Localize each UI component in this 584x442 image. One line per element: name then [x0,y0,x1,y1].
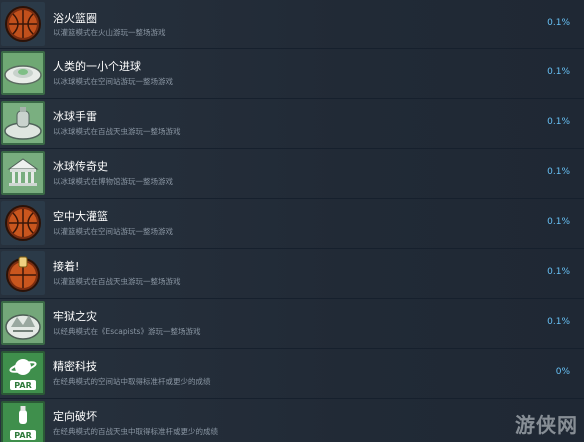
basketball-trophy-icon [1,251,45,295]
achievement-description: 在经典模式的空间站中取得标准杆或更少的成绩 [53,377,211,386]
grenade-arena-icon [1,101,45,145]
basketball-icon [1,2,45,46]
achievement-title: 冰球传奇史 [53,160,108,173]
achievement-title: 空中大灌篮 [53,210,108,223]
achievement-row[interactable]: 冰球传奇史 以冰球模式在博物馆游玩一整场游戏 0.1% [0,149,584,198]
achievement-percentage: 0.1% [547,18,570,28]
achievement-row[interactable]: 牢狱之灾 以经典模式在《Escapists》游玩一整场游戏 0.1% [0,299,584,348]
achievement-description: 以灌篮模式在空间站游玩一整场游戏 [53,227,173,236]
svg-text:PAR: PAR [14,431,31,440]
achievement-percentage: 0.1% [547,217,570,227]
museum-icon [1,151,45,195]
achievement-percentage: 0% [555,367,570,377]
achievement-row[interactable]: 人类的一小个进球 以冰球模式在空间站游玩一整场游戏 0.1% [0,49,584,98]
achievement-percentage: 0.1% [547,67,570,77]
achievement-description: 以冰球模式在博物馆游玩一整场游戏 [53,177,173,186]
achievement-description: 以冰球模式在空间站游玩一整场游戏 [53,77,173,86]
achievement-title: 定向破坏 [53,410,97,423]
achievement-percentage: 0.1% [547,167,570,177]
svg-text:PAR: PAR [14,381,31,390]
achievement-title: 牢狱之灾 [53,310,97,323]
achievement-row[interactable]: PAR 定向破坏 在经典模式的百战天虫中取得标准杆或更少的成绩 [0,399,584,442]
achievement-description: 以冰球模式在百战天虫游玩一整场游戏 [53,127,181,136]
achievement-row[interactable]: 浴火篮圈 以灌篮模式在火山游玩一整场游戏 0.1% [0,0,584,48]
achievement-title: 接着! [53,260,80,273]
achievement-title: 冰球手雷 [53,110,97,123]
prison-icon [1,301,45,345]
achievement-percentage: 0.1% [547,317,570,327]
achievement-title: 人类的一小个进球 [53,60,141,73]
achievement-percentage: 0.1% [547,267,570,277]
par-planet-icon: PAR [1,351,45,395]
space-station-icon [1,51,45,95]
achievement-description: 在经典模式的百战天虫中取得标准杆或更少的成绩 [53,427,218,436]
achievement-row[interactable]: 接着! 以灌篮模式在百战天虫游玩一整场游戏 0.1% [0,249,584,298]
watermark: 游侠网 [515,413,578,437]
achievement-title: 精密科技 [53,360,97,373]
achievement-description: 以经典模式在《Escapists》游玩一整场游戏 [53,327,201,336]
achievement-row[interactable]: PAR 精密科技 在经典模式的空间站中取得标准杆或更少的成绩 0% [0,349,584,398]
achievement-row[interactable]: 空中大灌篮 以灌篮模式在空间站游玩一整场游戏 0.1% [0,199,584,248]
basketball-icon [1,201,45,245]
achievement-description: 以灌篮模式在百战天虫游玩一整场游戏 [53,277,181,286]
par-grenade-icon: PAR [1,401,45,442]
achievement-percentage: 0.1% [547,117,570,127]
achievement-description: 以灌篮模式在火山游玩一整场游戏 [53,28,166,37]
achievement-list: 浴火篮圈 以灌篮模式在火山游玩一整场游戏 0.1% 人类的一小个进球 以冰球模式… [0,0,584,442]
achievement-title: 浴火篮圈 [53,12,97,25]
achievement-row[interactable]: 冰球手雷 以冰球模式在百战天虫游玩一整场游戏 0.1% [0,99,584,148]
